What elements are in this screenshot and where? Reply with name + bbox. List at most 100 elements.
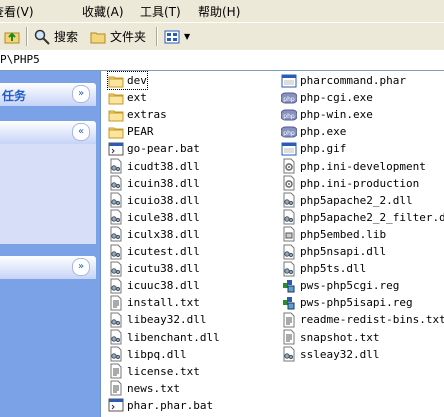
file-item[interactable]: news.txt — [108, 380, 180, 397]
php-icon: php — [281, 92, 297, 104]
file-item[interactable]: pharcommand.phar — [281, 72, 406, 89]
file-tasks-title: 任务 — [2, 89, 27, 103]
file-item[interactable]: snapshot.txt — [281, 329, 379, 346]
file-item[interactable]: extras — [108, 106, 167, 123]
file-item[interactable]: icutu38.dll — [108, 260, 200, 277]
file-item[interactable]: php php-cgi.exe — [281, 89, 373, 106]
file-item[interactable]: PEAR — [108, 123, 154, 140]
views-button[interactable]: ▼ — [164, 27, 190, 46]
expand-icon[interactable]: « — [72, 123, 90, 141]
dll-icon — [110, 158, 122, 174]
app-icon — [281, 74, 297, 87]
details-header[interactable]: » — [0, 256, 96, 279]
file-item[interactable]: php.ini-production — [281, 175, 419, 192]
search-label: 搜索 — [54, 30, 79, 44]
dll-icon — [110, 244, 122, 259]
search-button[interactable]: 搜索 — [34, 27, 78, 46]
ini-icon — [283, 175, 295, 191]
dll-icon — [110, 329, 122, 345]
file-item[interactable]: icuuc38.dll — [108, 277, 200, 294]
file-item[interactable]: ssleay32.dll — [281, 346, 379, 363]
menu-view[interactable]: 查看(V) — [0, 3, 34, 20]
file-item[interactable]: php.ini-development — [281, 158, 426, 175]
dll-icon — [110, 278, 122, 294]
file-item[interactable]: php.gif — [281, 140, 346, 157]
file-item[interactable]: dev — [107, 71, 148, 90]
file-item[interactable]: icuio38.dll — [108, 192, 200, 209]
task-pane: 任务 » « » — [0, 71, 101, 417]
lib-icon — [283, 226, 295, 242]
file-item[interactable]: license.txt — [108, 363, 200, 380]
reg-icon — [283, 279, 295, 293]
file-item[interactable]: php5nsapi.dll — [281, 243, 386, 260]
address-path: P\PHP5 — [0, 53, 40, 66]
file-name: icutest.dll — [127, 245, 200, 258]
file-name: news.txt — [127, 381, 180, 395]
file-item[interactable]: readme-redist-bins.txt — [281, 311, 444, 328]
file-name: iculx38.dll — [127, 227, 200, 241]
file-item[interactable]: libenchant.dll — [108, 329, 220, 346]
file-item[interactable]: php5embed.lib — [281, 226, 386, 243]
file-item[interactable]: icuin38.dll — [108, 175, 200, 192]
folder-icon — [90, 32, 106, 43]
menu-bar: 查看(V) 收藏(A) 工具(T) 帮助(H) — [0, 0, 444, 22]
file-name: icule38.dll — [127, 210, 200, 224]
dll-icon — [110, 209, 122, 225]
file-name: PEAR — [127, 125, 154, 139]
reg-icon — [283, 296, 295, 310]
file-name: icuuc38.dll — [127, 279, 200, 293]
file-item[interactable]: php5apache2_2_filter.dll — [281, 209, 444, 226]
file-item[interactable]: ext — [108, 89, 147, 106]
file-item[interactable]: pws-php5cgi.reg — [281, 277, 399, 294]
file-item[interactable]: iculx38.dll — [108, 226, 200, 243]
file-name: extras — [127, 108, 167, 122]
dll-icon — [110, 312, 122, 328]
dll-icon — [110, 175, 122, 191]
collapse-icon[interactable]: » — [72, 85, 90, 103]
folder-icon — [108, 127, 124, 139]
folder-icon — [108, 93, 124, 105]
address-bar[interactable]: P\PHP5 — [0, 50, 444, 71]
text-icon — [110, 295, 122, 311]
file-item[interactable]: php5ts.dll — [281, 260, 366, 277]
file-name: go-pear.bat — [127, 142, 200, 156]
menu-help[interactable]: 帮助(H) — [198, 3, 240, 20]
file-item[interactable]: install.txt — [108, 294, 200, 311]
dll-icon — [283, 209, 295, 225]
folders-button[interactable]: 文件夹 — [90, 27, 146, 46]
file-name: php5apache2_2_filter.dll — [300, 210, 444, 224]
file-item[interactable]: phar.phar.bat — [108, 397, 213, 414]
file-item[interactable]: icutest.dll — [108, 243, 200, 260]
file-name: readme-redist-bins.txt — [300, 313, 444, 327]
toolbar-separator — [26, 27, 28, 46]
file-name: icudt38.dll — [127, 159, 200, 173]
file-name: ssleay32.dll — [300, 347, 380, 361]
file-name: php5ts.dll — [300, 262, 367, 276]
file-item[interactable]: icudt38.dll — [108, 158, 200, 175]
file-item[interactable]: pws-php5isapi.reg — [281, 294, 413, 311]
other-places-header[interactable]: « — [0, 121, 96, 144]
file-name: icutu38.dll — [127, 262, 200, 276]
file-name: php.ini-development — [300, 159, 426, 173]
up-button[interactable] — [4, 27, 24, 46]
ini-icon — [283, 158, 295, 174]
app-icon — [281, 142, 297, 156]
dll-icon — [283, 261, 295, 277]
file-item[interactable]: icule38.dll — [108, 209, 200, 226]
svg-text:php: php — [283, 113, 295, 120]
file-name: pws-php5cgi.reg — [300, 279, 400, 293]
file-item[interactable]: php5apache2_2.dll — [281, 192, 413, 209]
menu-favorites[interactable]: 收藏(A) — [82, 3, 124, 20]
file-name: libeay32.dll — [127, 313, 207, 327]
file-item[interactable]: go-pear.bat — [108, 140, 200, 157]
text-icon — [110, 380, 122, 396]
file-item[interactable]: php php.exe — [281, 123, 346, 140]
file-name: libenchant.dll — [127, 330, 220, 344]
file-item[interactable]: php php-win.exe — [281, 106, 373, 123]
file-name: php5embed.lib — [300, 227, 387, 241]
collapse-icon[interactable]: » — [72, 258, 90, 276]
file-item[interactable]: libeay32.dll — [108, 311, 206, 328]
file-tasks-header[interactable]: 任务 » — [0, 83, 96, 106]
menu-tools[interactable]: 工具(T) — [140, 3, 181, 20]
file-item[interactable]: libpq.dll — [108, 346, 187, 363]
